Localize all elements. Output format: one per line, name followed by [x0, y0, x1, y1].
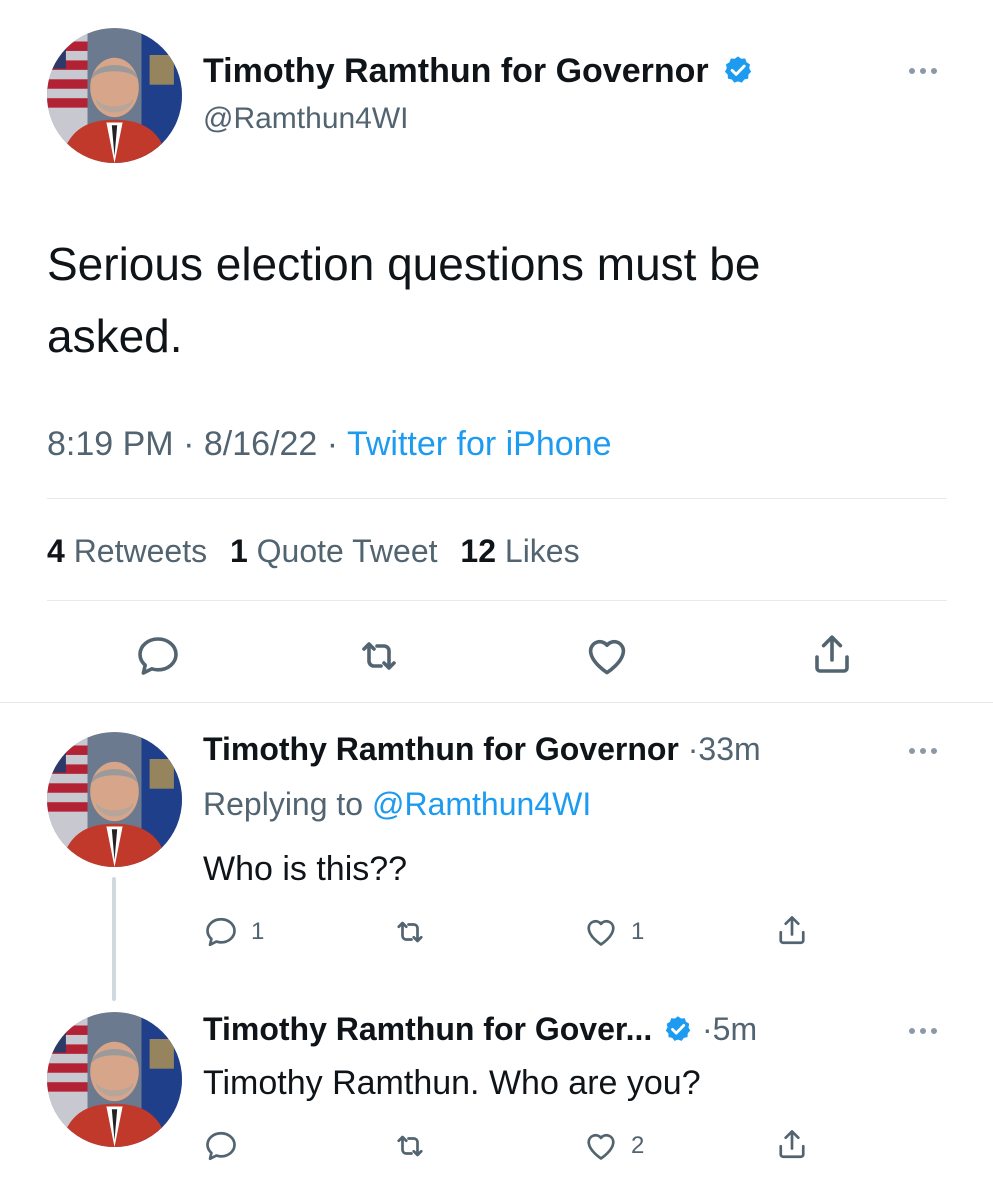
reply-avatar[interactable] [47, 732, 182, 867]
reply-time-ago[interactable]: 33m [698, 731, 760, 767]
meta-separator: · [702, 1011, 713, 1047]
likes-label: Likes [504, 533, 580, 569]
more-icon[interactable] [909, 68, 937, 74]
likes-count: 12 [460, 533, 496, 569]
tweet-date[interactable]: 8/16/22 [204, 425, 317, 463]
verified-badge-icon [663, 1014, 693, 1044]
reply-button[interactable]: 1 [203, 914, 264, 950]
quotes-stat[interactable]: 1 Quote Tweet [230, 533, 438, 569]
tweet-text-line1: Serious election questions must be [47, 238, 761, 290]
share-icon [774, 1126, 810, 1162]
reply-text: Timothy Ramthun. Who are you? [203, 1064, 701, 1102]
heart-icon [583, 914, 619, 950]
reply-display-name[interactable]: Timothy Ramthun for Gover... [203, 1011, 652, 1047]
retweet-button[interactable] [391, 914, 429, 950]
thread-connector-line [112, 877, 116, 1001]
retweets-count: 4 [47, 533, 65, 569]
tweet-meta: 8:19 PM · 8/16/22 · Twitter for iPhone [47, 425, 612, 464]
tweet-stats: 4 Retweets 1 Quote Tweet 12 Likes [47, 533, 580, 570]
author-handle[interactable]: @Ramthun4WI [203, 102, 409, 136]
quotes-count: 1 [229, 533, 248, 569]
reply-button[interactable] [203, 1128, 239, 1164]
share-button[interactable] [808, 630, 856, 678]
reply-header: Timothy Ramthun for Gover... ·5m [203, 1011, 757, 1048]
reply-header: Timothy Ramthun for Governor ·33m [203, 731, 761, 768]
share-button[interactable] [774, 912, 810, 948]
author-display-name-text: Timothy Ramthun for Governor [203, 52, 709, 90]
quotes-label: Quote Tweet [256, 533, 438, 569]
divider [0, 702, 993, 703]
heart-icon [583, 1128, 619, 1164]
retweets-stat[interactable]: 4 Retweets [47, 533, 207, 569]
like-count: 1 [631, 918, 645, 945]
author-display-name[interactable]: Timothy Ramthun for Governor [203, 52, 754, 91]
replying-to-handle[interactable]: @Ramthun4WI [372, 786, 591, 822]
tweet-text-line2: asked. [47, 310, 183, 362]
heart-icon [583, 632, 631, 680]
likes-stat[interactable]: 12 Likes [460, 533, 579, 569]
meta-separator: · [326, 425, 339, 463]
retweets-label: Retweets [73, 533, 208, 569]
share-icon [808, 630, 856, 678]
tweet-source-link[interactable]: Twitter for iPhone [347, 425, 612, 463]
replying-to-line: Replying to @Ramthun4WI [203, 786, 591, 823]
more-icon[interactable] [909, 1028, 937, 1034]
meta-separator: · [687, 731, 699, 767]
like-button[interactable] [583, 632, 631, 680]
reply-display-name[interactable]: Timothy Ramthun for Governor [203, 731, 679, 767]
share-icon [774, 912, 810, 948]
retweet-button[interactable] [391, 1128, 429, 1164]
verified-badge-icon [722, 54, 754, 86]
reply-text: Who is this?? [203, 850, 408, 888]
tweet-time[interactable]: 8:19 PM [47, 425, 174, 463]
retweet-icon [354, 632, 404, 680]
meta-separator: · [183, 425, 195, 463]
tweet-text: Serious election questions must be asked… [47, 228, 760, 372]
like-button[interactable]: 2 [583, 1128, 644, 1164]
share-button[interactable] [774, 1126, 810, 1162]
retweet-icon [391, 1128, 429, 1164]
more-icon[interactable] [909, 748, 937, 754]
author-avatar[interactable] [47, 28, 182, 163]
reply-avatar[interactable] [47, 1012, 182, 1147]
reply-icon [134, 632, 182, 680]
retweet-button[interactable] [354, 632, 404, 680]
replying-to-prefix: Replying to [203, 786, 364, 822]
reply-button[interactable] [134, 632, 182, 680]
like-button[interactable]: 1 [583, 914, 644, 950]
reply-time-ago[interactable]: 5m [713, 1011, 757, 1047]
divider [47, 600, 947, 601]
reply-icon [203, 1128, 239, 1164]
reply-count: 1 [251, 918, 265, 945]
retweet-icon [391, 914, 429, 950]
reply-icon [203, 914, 239, 950]
like-count: 2 [631, 1132, 645, 1159]
divider [47, 498, 947, 499]
